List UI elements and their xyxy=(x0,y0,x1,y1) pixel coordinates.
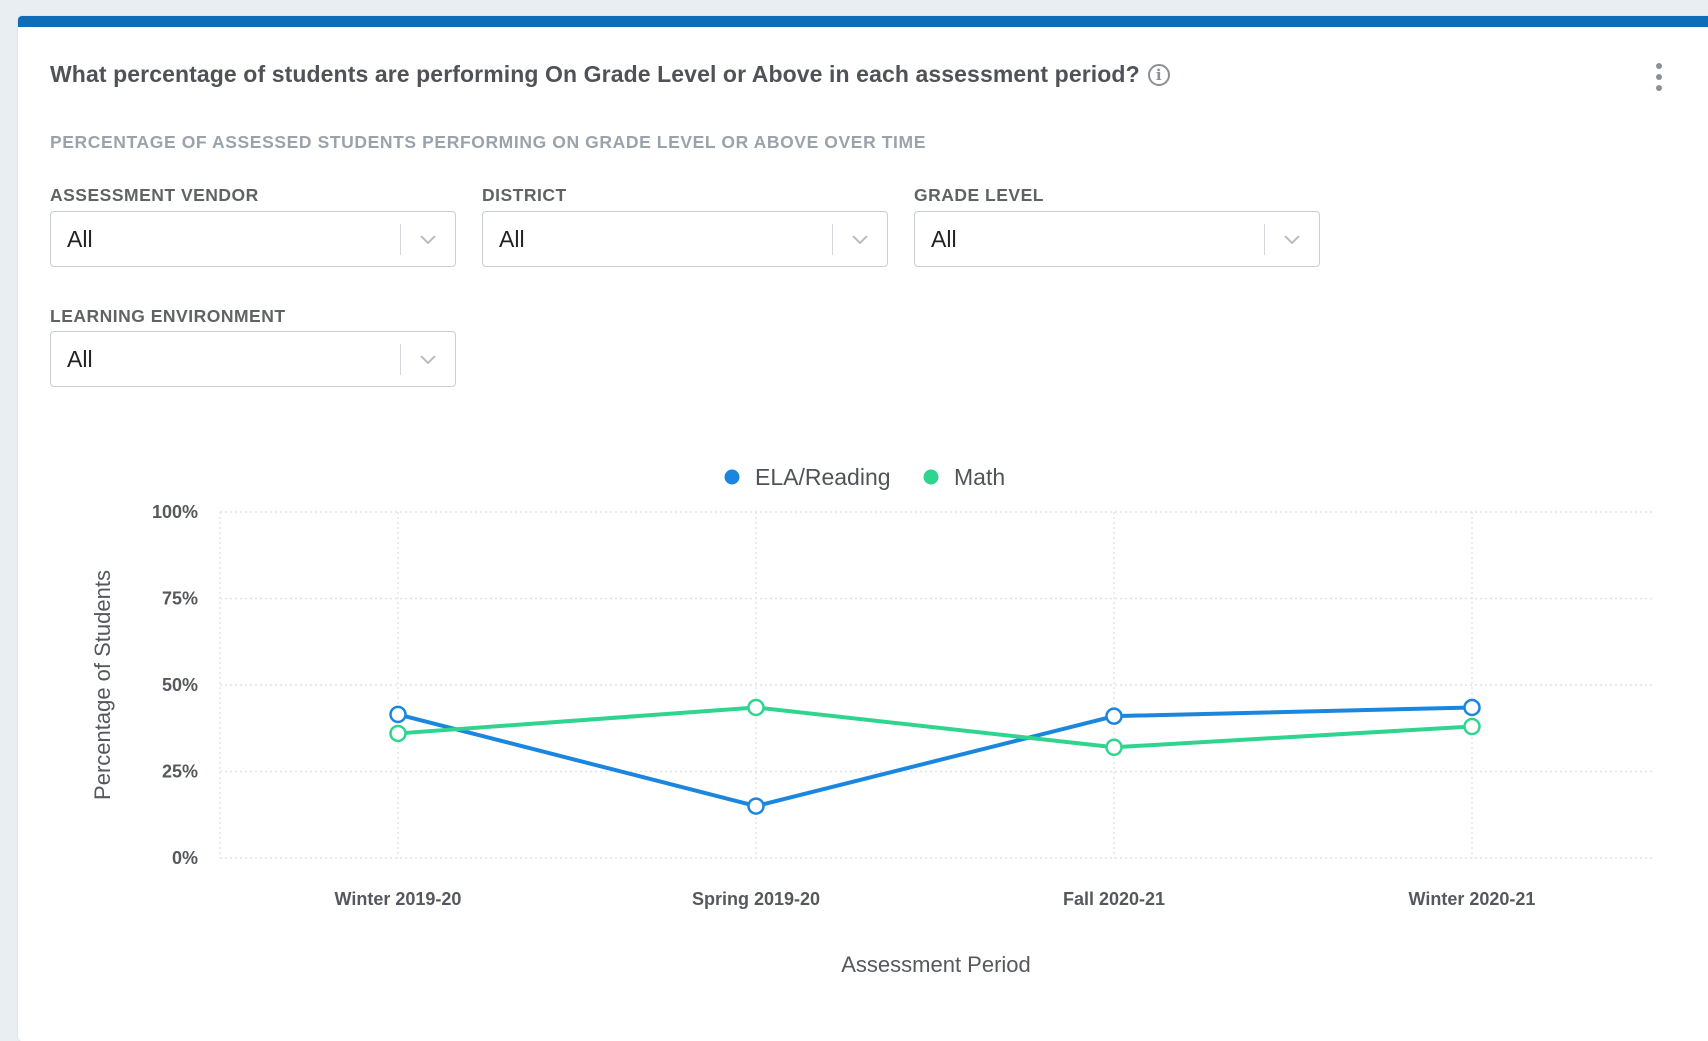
line-chart: 0% 25% 50% 75% 100% Winter 2019-20 Spring 2019… xyxy=(90,464,1652,977)
data-point[interactable] xyxy=(1105,707,1123,725)
data-point[interactable] xyxy=(389,724,407,743)
y-tick-label: 0% xyxy=(172,848,198,868)
y-tick-label: 100% xyxy=(152,502,198,522)
x-tick-label: Winter 2020-21 xyxy=(1409,889,1536,909)
y-tick-label: 75% xyxy=(162,589,198,609)
x-tick-label: Spring 2019-20 xyxy=(692,889,820,909)
data-point[interactable] xyxy=(747,797,765,815)
data-point[interactable] xyxy=(389,705,407,724)
legend-label[interactable]: Math xyxy=(954,464,1005,490)
y-axis-title: Percentage of Students xyxy=(90,570,115,800)
data-point[interactable] xyxy=(747,698,765,717)
x-tick-label: Fall 2020-21 xyxy=(1063,889,1165,909)
x-tick-label: Winter 2019-20 xyxy=(335,889,462,909)
y-tick-label: 25% xyxy=(162,762,198,782)
x-axis-title: Assessment Period xyxy=(841,952,1031,977)
y-tick-label: 50% xyxy=(162,675,198,695)
series-line xyxy=(397,705,1473,750)
legend-marker[interactable] xyxy=(724,469,740,485)
legend-marker[interactable] xyxy=(923,469,939,485)
data-point[interactable] xyxy=(1463,717,1481,736)
data-point[interactable] xyxy=(1105,738,1123,757)
data-point[interactable] xyxy=(1463,698,1481,717)
legend-label[interactable]: ELA/Reading xyxy=(755,464,891,490)
